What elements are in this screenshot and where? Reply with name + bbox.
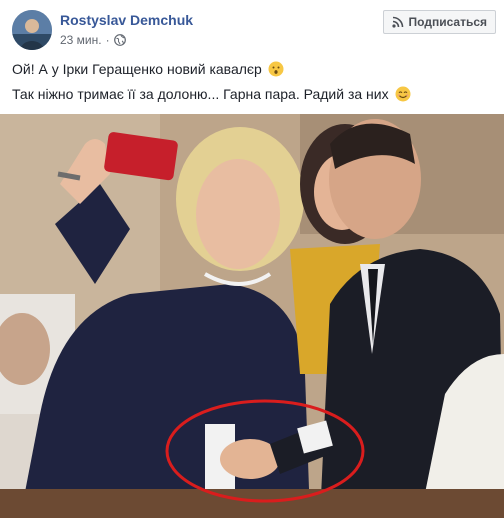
post-header: Rostyslav Demchuk 23 мин. · Подписаться xyxy=(0,0,504,56)
post-text: Ой! А у Ірки Геращенко новий кавалєр Так… xyxy=(12,60,492,110)
post-line-1: Ой! А у Ірки Геращенко новий кавалєр xyxy=(12,60,492,79)
smiling-face-emoji xyxy=(395,86,411,102)
author-name[interactable]: Rostyslav Demchuk xyxy=(60,12,193,28)
post-line-2-text: Так ніжно тримає її за долоню... Гарна п… xyxy=(12,86,389,102)
globe-icon[interactable] xyxy=(113,34,126,46)
facebook-post: Rostyslav Demchuk 23 мин. · Подписаться xyxy=(0,0,504,518)
avatar[interactable] xyxy=(12,10,52,50)
post-meta: 23 мин. · xyxy=(60,33,126,47)
post-photo[interactable] xyxy=(0,114,504,518)
post-time[interactable]: 23 мин. xyxy=(60,33,102,47)
rss-icon xyxy=(391,16,404,28)
hushed-face-emoji xyxy=(268,61,284,77)
subscribe-label: Подписаться xyxy=(408,15,487,29)
meta-separator: · xyxy=(105,33,110,47)
post-line-1-text: Ой! А у Ірки Геращенко новий кавалєр xyxy=(12,61,262,77)
post-line-2: Так ніжно тримає її за долоню... Гарна п… xyxy=(12,85,492,104)
subscribe-button[interactable]: Подписаться xyxy=(382,10,496,34)
